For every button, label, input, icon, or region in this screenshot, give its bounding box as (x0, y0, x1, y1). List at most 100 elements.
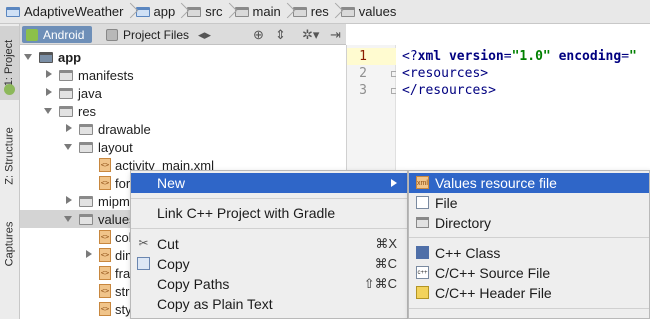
tree-item-label: res (78, 103, 97, 119)
menu-separator (131, 198, 407, 199)
attr-encoding: encoding (558, 49, 622, 64)
attr-value: " (629, 49, 637, 64)
attr-value: "1.0" (511, 49, 559, 64)
tree-item-drawable[interactable]: drawable (20, 120, 390, 138)
xml-file-icon: <> (99, 284, 111, 298)
tree-item-label: drawable (98, 121, 151, 137)
tree-item-label: java (78, 85, 102, 101)
xml-file-icon: <> (99, 176, 111, 190)
submenu-item-directory[interactable]: Directory (409, 213, 649, 233)
expand-down-icon[interactable] (24, 48, 34, 66)
values-file-icon: xml (416, 176, 429, 189)
breadcrumb-label: res (310, 4, 329, 19)
folder-icon (59, 69, 73, 81)
tree-item-manifests[interactable]: manifests (20, 66, 370, 84)
tab-android-view[interactable]: Android (22, 26, 92, 43)
tree-item-res[interactable]: res (20, 102, 370, 120)
breadcrumb-item-res[interactable]: res (291, 0, 329, 24)
tab-android-label: Android (43, 27, 85, 42)
project-files-icon (106, 28, 118, 41)
code-line-3: </resources> (402, 83, 496, 98)
module-folder-icon (135, 6, 150, 17)
android-icon (26, 28, 38, 41)
submenu-item-values-resource-file[interactable]: xml Values resource file (409, 173, 649, 193)
xml-file-icon: <> (99, 302, 111, 316)
cpp-class-icon (416, 246, 429, 259)
expand-down-icon[interactable] (44, 102, 54, 120)
scissors-icon: ✂ (138, 236, 149, 250)
tab-captures-label: Captures (3, 221, 16, 267)
line-number: 3 (359, 83, 367, 98)
tree-item-java[interactable]: java (20, 84, 370, 102)
menu-item-label: Link C++ Project with Gradle (157, 205, 336, 221)
collapse-all-icon[interactable]: ⇕ (275, 27, 286, 43)
menu-item-label: C++ Class (435, 245, 501, 261)
submenu-item-file[interactable]: File (409, 193, 649, 213)
gear-icon[interactable]: ✲▾ (302, 27, 319, 43)
tree-item-layout[interactable]: layout (20, 138, 390, 156)
expand-right-icon[interactable] (44, 66, 54, 84)
breadcrumb-item-app[interactable]: app (134, 0, 176, 24)
new-submenu: xml Values resource file File Directory … (408, 170, 650, 319)
xml-file-icon: <> (99, 248, 111, 262)
submenu-item-cpp-source-file[interactable]: c++ C/C++ Source File (409, 263, 649, 283)
breadcrumb-item-main[interactable]: main (233, 0, 281, 24)
menu-item-label: Copy as Plain Text (157, 296, 273, 312)
folder-icon (79, 195, 93, 207)
folder-icon (79, 213, 93, 225)
tab-project-files[interactable]: Project Files (102, 26, 196, 43)
folder-icon (234, 6, 249, 17)
tree-item-label: app (58, 49, 82, 65)
menu-item-label: C/C++ Source File (435, 265, 551, 281)
menu-item-cut[interactable]: ✂ Cut ⌘X (131, 234, 407, 254)
menu-item-copy[interactable]: Copy ⌘C (131, 254, 407, 274)
menu-separator (131, 228, 407, 229)
menu-item-label: Directory (435, 215, 492, 231)
scroll-tabs-icon[interactable]: ◂▸ (198, 27, 211, 43)
breadcrumb-label: app (153, 4, 176, 19)
tab-structure[interactable]: Z: Structure (0, 116, 19, 196)
menu-item-copy-paths[interactable]: Copy Paths ⇧⌘C (131, 274, 407, 294)
menu-item-link-cpp-project[interactable]: Link C++ Project with Gradle (131, 203, 407, 223)
chevron-right-icon (223, 0, 233, 24)
chevron-right-icon (329, 0, 339, 24)
tool-window-strip: 1: Project Z: Structure Captures (0, 24, 20, 319)
expand-right-icon[interactable] (44, 84, 54, 102)
menu-item-label: Cut (157, 236, 179, 252)
menu-item-label: File (435, 195, 458, 211)
expand-down-icon[interactable] (64, 210, 74, 228)
breadcrumb-item-src[interactable]: src (185, 0, 223, 24)
menu-item-label: Copy (157, 256, 190, 272)
menu-item-new[interactable]: New (131, 173, 407, 193)
breadcrumb-label: values (358, 4, 397, 19)
line-number: 1 (359, 49, 367, 64)
submenu-item-cpp-header-file[interactable]: C/C++ Header File (409, 283, 649, 303)
tree-item-app[interactable]: app (20, 48, 350, 66)
expand-right-icon[interactable] (84, 246, 94, 264)
submenu-item-cpp-class[interactable]: C++ Class (409, 243, 649, 263)
menu-item-label: C/C++ Header File (435, 285, 552, 301)
breadcrumb-label: main (252, 4, 281, 19)
android-icon (4, 84, 15, 95)
expand-right-icon[interactable] (64, 192, 74, 210)
folder-icon (79, 141, 93, 153)
breadcrumb-label: src (205, 4, 223, 19)
hide-panel-icon[interactable]: ⇥ (330, 27, 341, 43)
xml-file-icon: <> (99, 266, 111, 280)
breadcrumb-item-project[interactable]: AdaptiveWeather (4, 0, 124, 24)
breadcrumb-label: AdaptiveWeather (24, 4, 124, 19)
folder-icon (187, 6, 202, 17)
chevron-right-icon (175, 0, 185, 24)
project-folder-icon (6, 6, 20, 17)
breadcrumb: AdaptiveWeather app src main res values (0, 0, 650, 24)
expand-right-icon[interactable] (64, 120, 74, 138)
xml-keyword: xml (417, 49, 449, 64)
expand-down-icon[interactable] (64, 138, 74, 156)
menu-item-copy-plain-text[interactable]: Copy as Plain Text (131, 294, 407, 314)
tree-item-label: layout (98, 139, 133, 155)
breadcrumb-item-values[interactable]: values (339, 0, 397, 24)
tab-captures[interactable]: Captures (0, 209, 19, 279)
menu-separator (409, 308, 649, 309)
scroll-from-source-icon[interactable]: ⊕ (253, 27, 264, 43)
